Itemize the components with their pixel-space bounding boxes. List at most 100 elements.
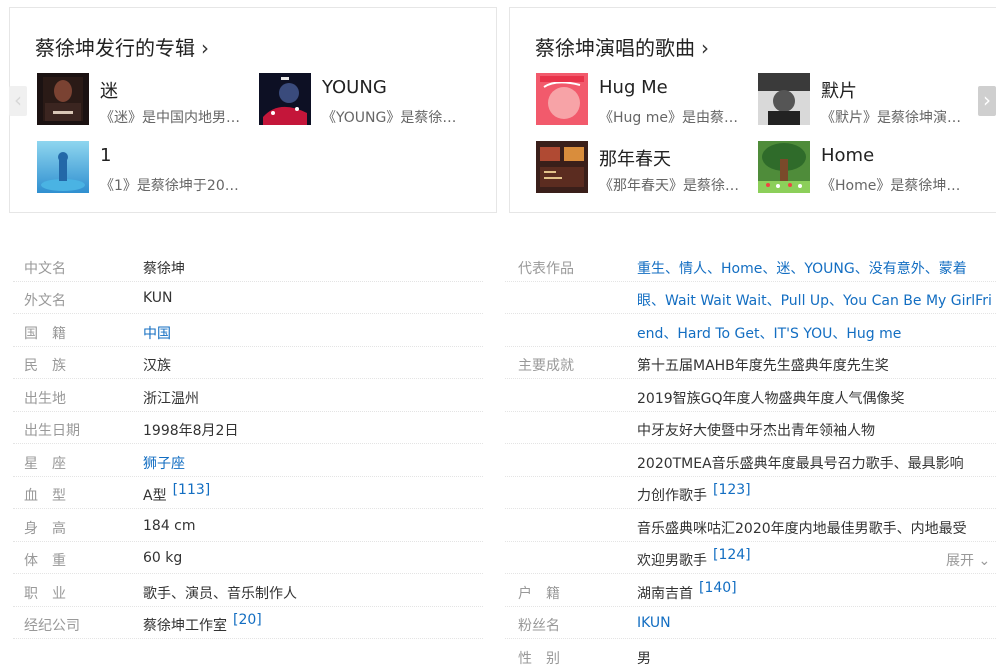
info-row-achievement-6: 音乐盛典咪咕汇2020年度内地最佳男歌手、内地最受 xyxy=(505,510,996,542)
song-desc: 《Hug me》是由蔡… xyxy=(599,110,738,126)
info-label: 代表作品 xyxy=(518,261,574,277)
song-cover-mopian xyxy=(758,73,810,125)
chevron-left-icon: ‹ xyxy=(14,88,22,112)
song-title: 那年春天 xyxy=(599,149,671,170)
album-cover-young xyxy=(259,73,311,125)
nationality-link[interactable]: 中国 xyxy=(143,323,171,343)
songs-section-title[interactable]: 蔡徐坤演唱的歌曲 › xyxy=(535,32,709,61)
song-cover-nanian xyxy=(536,141,588,193)
song-desc: 《那年春天》是蔡徐… xyxy=(599,178,739,194)
info-value: 汉族 xyxy=(143,358,171,374)
info-row-works-line-2: 眼、Wait Wait Wait、Pull Up、You Can Be My G… xyxy=(505,282,996,314)
info-row-works-line-1: 代表作品 重生、情人、Home、迷、YOUNG、没有意外、蒙着 xyxy=(505,250,996,282)
info-label: 出生日期 xyxy=(24,423,80,439)
blood-type-text: A型 xyxy=(143,488,167,504)
info-label: 血 型 xyxy=(24,488,66,504)
song-item-home[interactable]: Home 《Home》是蔡徐坤… xyxy=(758,141,973,195)
info-value: 浙江温州 xyxy=(143,391,199,407)
info-label: 体 重 xyxy=(24,553,66,569)
reference-link[interactable]: [124] xyxy=(713,547,751,563)
album-title: 迷 xyxy=(100,81,118,102)
albums-section-title[interactable]: 蔡徐坤发行的专辑 › xyxy=(35,32,209,61)
info-value: 男 xyxy=(637,651,651,667)
song-item-hug-me[interactable]: Hug Me 《Hug me》是由蔡… xyxy=(536,73,751,127)
info-value: 中牙友好大使暨中牙杰出青年领袖人物 xyxy=(637,423,875,439)
reference-link[interactable]: [20] xyxy=(233,612,262,628)
info-row-achievement-5: 力创作歌手 [123] xyxy=(505,477,996,509)
info-row-weight: 体 重 60 kg xyxy=(13,542,483,574)
album-title: YOUNG xyxy=(322,77,387,98)
chevron-right-icon: › xyxy=(701,36,709,60)
albums-card: 蔡徐坤发行的专辑 › 迷 《迷》是中国内地男… YOUNG 《YOUNG》是蔡徐…… xyxy=(9,7,497,213)
chevron-right-icon: › xyxy=(983,88,991,112)
song-cover-home xyxy=(758,141,810,193)
album-item-mi[interactable]: 迷 《迷》是中国内地男… xyxy=(37,73,252,127)
expand-label: 展开 xyxy=(946,553,974,569)
info-row-height: 身 高 184 cm xyxy=(13,510,483,542)
album-item-1[interactable]: 1 《1》是蔡徐坤于20… xyxy=(37,141,252,195)
info-label: 主要成就 xyxy=(518,358,574,374)
info-value: KUN xyxy=(143,290,173,306)
info-value: 力创作歌手 [123] xyxy=(637,482,751,505)
zodiac-link[interactable]: 狮子座 xyxy=(143,453,185,473)
info-row-achievement-2: 2019智族GQ年度人物盛典年度人气偶像奖 xyxy=(505,380,996,412)
info-row-achievement-4: 2020TMEA音乐盛典年度最具号召力歌手、最具影响 xyxy=(505,445,996,477)
household-text: 湖南吉首 xyxy=(637,586,693,602)
works-link[interactable]: 眼、Wait Wait Wait、Pull Up、You Can Be My G… xyxy=(637,290,992,310)
reference-link[interactable]: [140] xyxy=(699,580,737,596)
song-cover-hug-me xyxy=(536,73,588,125)
info-value: 2019智族GQ年度人物盛典年度人气偶像奖 xyxy=(637,391,905,407)
info-value: 蔡徐坤工作室 [20] xyxy=(143,612,262,635)
info-value: 184 cm xyxy=(143,518,196,534)
album-cover-mi xyxy=(37,73,89,125)
info-value: 第十五届MAHB年度先生盛典年度先生奖 xyxy=(637,358,889,374)
expand-button[interactable]: 展开 ⌄ xyxy=(946,550,990,570)
songs-card: 蔡徐坤演唱的歌曲 › Hug Me 《Hug me》是由蔡… 默片 《默片》是蔡徐… xyxy=(509,7,996,213)
info-value: A型 [113] xyxy=(143,482,211,505)
info-label: 粉丝名 xyxy=(518,618,560,634)
song-desc: 《Home》是蔡徐坤… xyxy=(821,178,961,194)
info-row-gender: 性 别 男 xyxy=(505,640,996,669)
chevron-right-icon: › xyxy=(201,36,209,60)
reference-link[interactable]: [123] xyxy=(713,482,751,498)
info-row-fan-name: 粉丝名 IKUN xyxy=(505,607,996,639)
info-value: 2020TMEA音乐盛典年度最具号召力歌手、最具影响 xyxy=(637,456,964,472)
works-link[interactable]: end、Hard To Get、IT'S YOU、Hug me xyxy=(637,323,901,343)
info-value: 60 kg xyxy=(143,550,183,566)
info-value: 湖南吉首 [140] xyxy=(637,580,737,603)
song-item-nanian[interactable]: 那年春天 《那年春天》是蔡徐… xyxy=(536,141,751,195)
info-row-birthplace: 出生地 浙江温州 xyxy=(13,380,483,412)
song-title: 默片 xyxy=(821,81,857,102)
info-row-household: 户 籍 湖南吉首 [140] xyxy=(505,575,996,607)
agency-text: 蔡徐坤工作室 xyxy=(143,618,227,634)
info-row-nationality: 国 籍 中国 xyxy=(13,315,483,347)
carousel-next-button[interactable]: › xyxy=(978,86,996,116)
info-label: 户 籍 xyxy=(518,586,560,602)
info-row-blood-type: 血 型 A型 [113] xyxy=(13,477,483,509)
works-link[interactable]: 重生、情人、Home、迷、YOUNG、没有意外、蒙着 xyxy=(637,258,967,278)
info-row-achievement-1: 主要成就 第十五届MAHB年度先生盛典年度先生奖 xyxy=(505,347,996,379)
info-row-occupation: 职 业 歌手、演员、音乐制作人 xyxy=(13,575,483,607)
album-desc: 《迷》是中国内地男… xyxy=(100,110,240,126)
album-desc: 《YOUNG》是蔡徐… xyxy=(322,110,457,126)
carousel-prev-button[interactable]: ‹ xyxy=(9,86,27,116)
info-label: 出生地 xyxy=(24,391,66,407)
song-item-mopian[interactable]: 默片 《默片》是蔡徐坤演… xyxy=(758,73,973,127)
info-label: 星 座 xyxy=(24,456,66,472)
fan-name-link[interactable]: IKUN xyxy=(637,615,671,631)
album-desc: 《1》是蔡徐坤于20… xyxy=(100,178,239,194)
info-row-chinese-name: 中文名 蔡徐坤 xyxy=(13,250,483,282)
song-title: Hug Me xyxy=(599,77,668,98)
album-title: 1 xyxy=(100,145,112,166)
song-desc: 《默片》是蔡徐坤演… xyxy=(821,110,961,126)
album-item-young[interactable]: YOUNG 《YOUNG》是蔡徐… xyxy=(259,73,474,127)
info-row-ethnicity: 民 族 汉族 xyxy=(13,347,483,379)
song-title: Home xyxy=(821,145,875,166)
info-row-works-line-3: end、Hard To Get、IT'S YOU、Hug me xyxy=(505,315,996,347)
info-row-achievement-7: 欢迎男歌手 [124] 展开 ⌄ xyxy=(505,542,996,574)
info-value: 1998年8月2日 xyxy=(143,423,239,439)
reference-link[interactable]: [113] xyxy=(173,482,211,498)
info-row-birthdate: 出生日期 1998年8月2日 xyxy=(13,412,483,444)
info-label: 中文名 xyxy=(24,261,66,277)
info-row-achievement-3: 中牙友好大使暨中牙杰出青年领袖人物 xyxy=(505,412,996,444)
